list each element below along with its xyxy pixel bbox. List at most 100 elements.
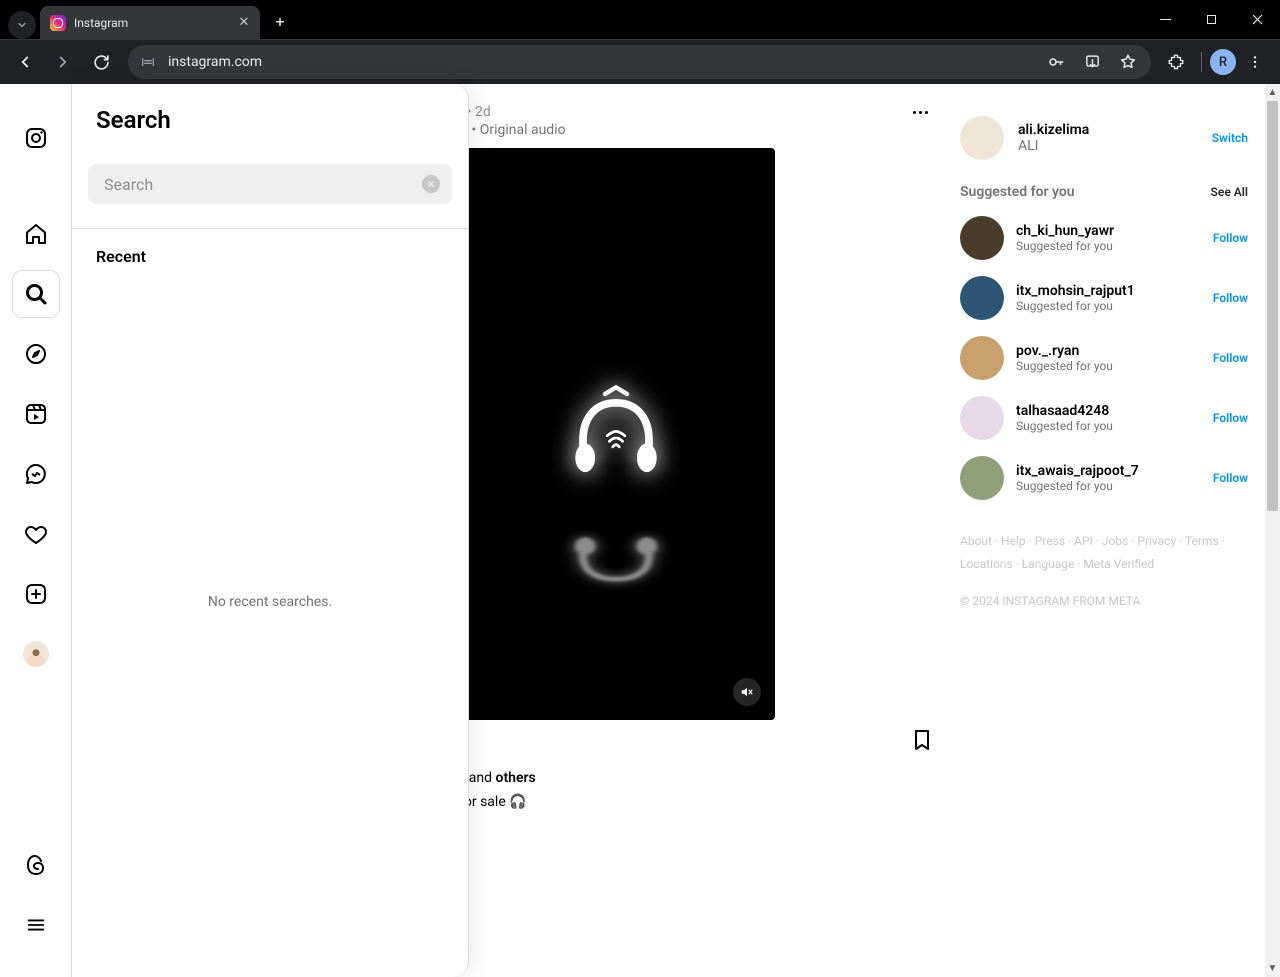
more-menu-icon[interactable] <box>12 901 60 949</box>
scroll-up-icon[interactable]: ▲ <box>1265 84 1280 101</box>
search-input-wrap[interactable]: ✕ <box>88 164 452 204</box>
create-icon[interactable] <box>12 570 60 618</box>
instagram-nav-rail <box>0 84 72 977</box>
suggested-username[interactable]: itx_awais_rajpoot_7 <box>1016 463 1201 479</box>
footer-link[interactable]: Help <box>1001 534 1035 548</box>
tab-search-button[interactable] <box>8 11 36 39</box>
page-scrollbar[interactable]: ▲ ▼ <box>1265 84 1280 977</box>
footer-link[interactable]: Press <box>1035 534 1074 548</box>
maximize-button[interactable] <box>1188 0 1234 39</box>
suggested-item: ch_ki_hun_yawr Suggested for you Follow <box>960 216 1248 260</box>
bookmark-star-icon[interactable] <box>1115 49 1141 75</box>
suggested-avatar[interactable] <box>960 396 1004 440</box>
likes-text[interactable]: _ and others <box>457 764 936 792</box>
forward-button[interactable] <box>46 45 80 79</box>
follow-link[interactable]: Follow <box>1213 231 1248 245</box>
profile-name: ALI <box>1018 138 1198 154</box>
post-audio-line: al • Original audio <box>457 122 936 138</box>
chrome-profile-badge[interactable]: R <box>1210 49 1236 75</box>
notifications-icon[interactable] <box>12 510 60 558</box>
footer-link[interactable]: Privacy <box>1137 534 1185 548</box>
follow-link[interactable]: Follow <box>1213 411 1248 425</box>
right-sidebar: ali.kizelima ALI Switch Suggested for yo… <box>936 84 1280 977</box>
tab-title: Instagram <box>74 16 228 30</box>
footer-link[interactable]: Jobs <box>1102 534 1138 548</box>
post-caption: for sale 🎧 <box>457 792 936 812</box>
new-tab-button[interactable]: + <box>266 8 294 36</box>
url-text: instagram.com <box>168 54 262 70</box>
minimize-button[interactable] <box>1142 0 1188 39</box>
search-icon[interactable] <box>12 270 60 318</box>
footer-links: AboutHelpPressAPIJobsPrivacyTerms Locatio… <box>960 530 1248 576</box>
footer-link[interactable]: Language <box>1022 557 1084 571</box>
suggested-avatar[interactable] <box>960 336 1004 380</box>
explore-icon[interactable] <box>12 330 60 378</box>
save-post-icon[interactable] <box>910 728 934 756</box>
follow-link[interactable]: Follow <box>1213 291 1248 305</box>
headphones-graphic-icon <box>561 378 671 498</box>
suggested-reason: Suggested for you <box>1016 299 1201 313</box>
suggested-username[interactable]: ch_ki_hun_yawr <box>1016 223 1201 239</box>
footer-link[interactable]: API <box>1074 534 1102 548</box>
footer-link[interactable]: Locations <box>960 557 1022 571</box>
follow-link[interactable]: Follow <box>1213 351 1248 365</box>
search-panel: Search ✕ Recent No recent searches. <box>72 84 469 977</box>
headphones-reflection-icon <box>561 522 671 594</box>
footer-link[interactable]: Terms <box>1185 534 1225 548</box>
install-app-icon[interactable] <box>1079 49 1105 75</box>
post-more-button[interactable] <box>913 111 928 114</box>
home-icon[interactable] <box>12 210 60 258</box>
browser-tab[interactable]: Instagram ✕ <box>40 6 260 39</box>
site-info-icon[interactable] <box>138 52 158 72</box>
suggested-username[interactable]: itx_mohsin_rajput1 <box>1016 283 1201 299</box>
chrome-menu-button[interactable] <box>1238 45 1272 79</box>
threads-icon[interactable] <box>12 841 60 889</box>
messages-icon[interactable] <box>12 450 60 498</box>
search-panel-title: Search <box>72 84 468 164</box>
suggested-username[interactable]: talhasaad4248 <box>1016 403 1201 419</box>
see-all-link[interactable]: See All <box>1211 185 1248 199</box>
suggested-avatar[interactable] <box>960 216 1004 260</box>
back-button[interactable] <box>8 45 42 79</box>
password-key-icon[interactable] <box>1043 49 1069 75</box>
suggested-username[interactable]: pov._.ryan <box>1016 343 1201 359</box>
copyright-text: © 2024 Instagram from Meta <box>960 594 1248 608</box>
no-recent-text: No recent searches. <box>72 284 468 610</box>
footer-link[interactable]: Meta Verified <box>1083 557 1154 571</box>
instagram-favicon-icon <box>50 15 66 31</box>
suggested-reason: Suggested for you <box>1016 479 1201 493</box>
clear-search-icon[interactable]: ✕ <box>422 175 440 193</box>
suggested-reason: Suggested for you <box>1016 359 1201 373</box>
address-bar[interactable]: instagram.com <box>128 45 1151 79</box>
close-window-button[interactable] <box>1234 0 1280 39</box>
chrome-address-bar: instagram.com R <box>0 39 1280 84</box>
post-media[interactable] <box>457 148 775 720</box>
profile-username[interactable]: ali.kizelima <box>1018 122 1198 138</box>
suggested-reason: Suggested for you <box>1016 419 1201 433</box>
close-tab-button[interactable]: ✕ <box>236 15 252 31</box>
suggested-avatar[interactable] <box>960 276 1004 320</box>
suggested-item: itx_mohsin_rajput1 Suggested for you Fol… <box>960 276 1248 320</box>
scrollbar-thumb[interactable] <box>1267 101 1278 511</box>
suggested-avatar[interactable] <box>960 456 1004 500</box>
suggested-item: itx_awais_rajpoot_7 Suggested for you Fo… <box>960 456 1248 500</box>
search-input[interactable] <box>104 175 436 194</box>
footer-link[interactable]: About <box>960 534 1001 548</box>
instagram-logo-icon[interactable] <box>12 114 60 162</box>
profile-avatar-nav[interactable] <box>12 630 60 678</box>
switch-account-link[interactable]: Switch <box>1212 131 1248 145</box>
reload-button[interactable] <box>84 45 118 79</box>
suggested-reason: Suggested for you <box>1016 239 1201 253</box>
mute-button[interactable] <box>733 678 761 706</box>
recent-heading: Recent <box>72 229 468 284</box>
suggested-item: talhasaad4248 Suggested for you Follow <box>960 396 1248 440</box>
scroll-down-icon[interactable]: ▼ <box>1265 960 1280 977</box>
reels-icon[interactable] <box>12 390 60 438</box>
profile-avatar[interactable] <box>960 116 1004 160</box>
suggested-title: Suggested for you <box>960 184 1075 200</box>
suggested-item: pov._.ryan Suggested for you Follow <box>960 336 1248 380</box>
feed-column: _ • 2d al • Original audio <box>457 84 936 977</box>
follow-link[interactable]: Follow <box>1213 471 1248 485</box>
extensions-button[interactable] <box>1159 45 1193 79</box>
chrome-title-bar: Instagram ✕ + <box>0 0 1280 39</box>
